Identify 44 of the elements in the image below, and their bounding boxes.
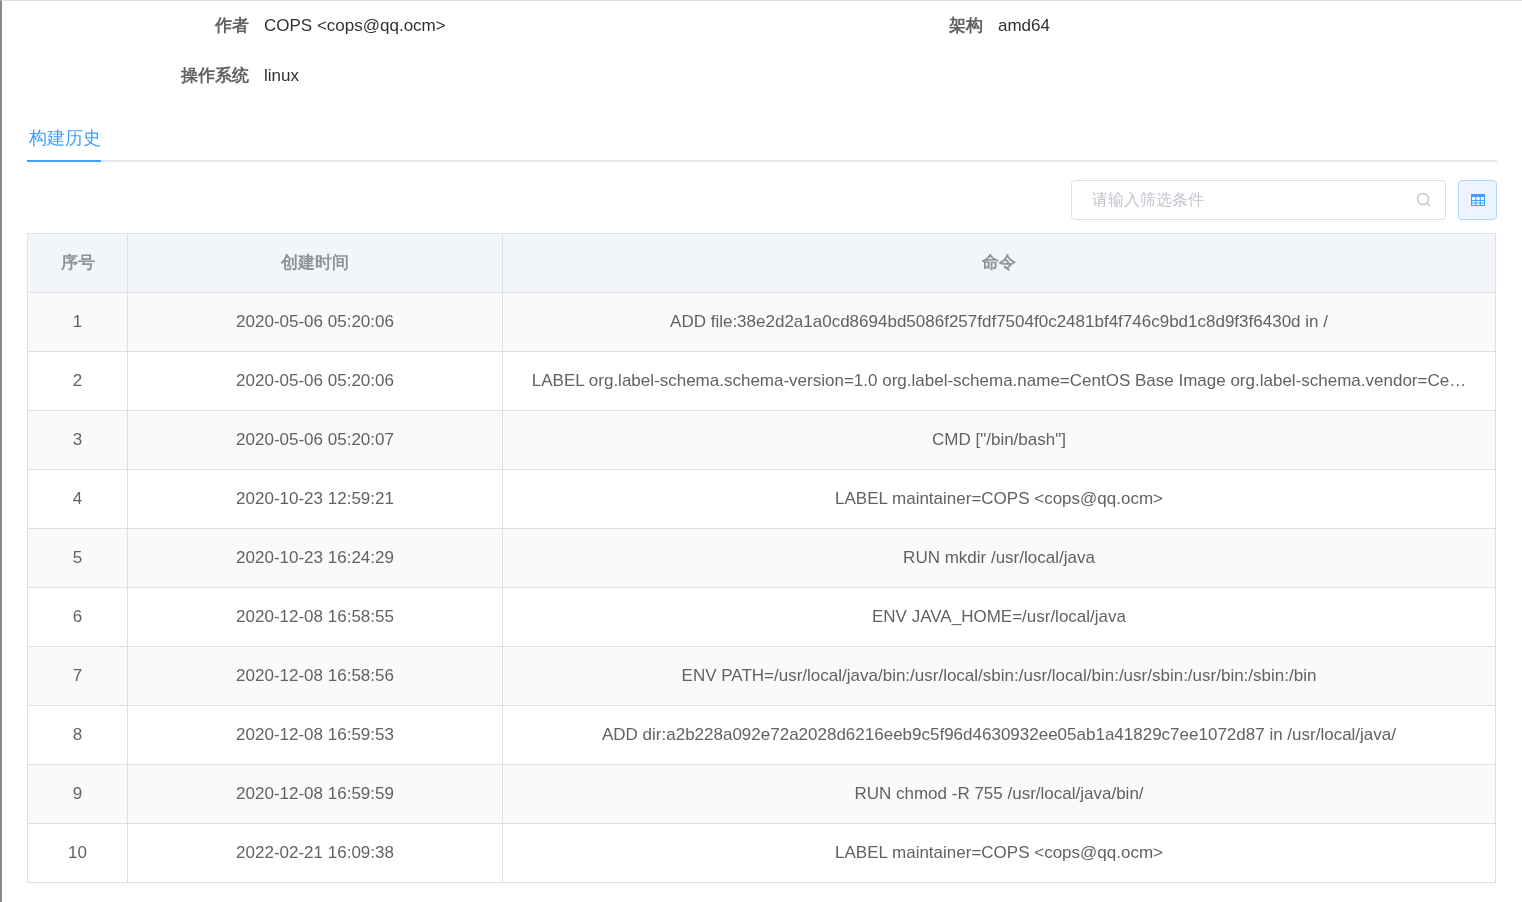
field-label: 作者 [215,15,250,38]
table-cell: 2020-12-08 16:58:55 [127,587,503,647]
table-cell: 6 [27,587,128,647]
table-cell: ENV PATH=/usr/local/java/bin:/usr/local/sbin:/usr/local/bin:/usr/sbin:/usr/bin:/sbin:/bin [502,646,1496,706]
field-label: 操作系统 [181,65,250,88]
table-cell: 4 [27,469,128,529]
field-value: COPS <cops@qq.ocm> [264,15,446,38]
table-cell: 5 [27,528,128,588]
table-cell: 2020-05-06 05:20:07 [127,410,503,470]
table-cell: 9 [27,764,128,824]
search-field[interactable]: 请输入筛选条件 [1071,180,1446,220]
table-cell: 2020-12-08 16:59:53 [127,705,503,765]
column-header: 命令 [502,233,1496,293]
table-cell: ADD dir:a2b228a092e72a2028d6216eeb9c5f96d4630932ee05ab1a41829c7ee1072d87 in /usr/local/java/ [502,705,1496,765]
table-cell: 7 [27,646,128,706]
column-header: 序号 [27,233,128,293]
table-cell: RUN chmod -R 755 /usr/local/java/bin/ [502,764,1496,824]
table-cell: 2020-05-06 05:20:06 [127,351,503,411]
table-cell: 3 [27,410,128,470]
table-cell: 10 [27,823,128,883]
field-value: amd64 [998,15,1050,38]
table-cell: 1 [27,292,128,352]
table-cell: 8 [27,705,128,765]
table-view-button[interactable] [1458,180,1497,220]
table-cell: 2020-10-23 16:24:29 [127,528,503,588]
grid-icon [1470,194,1485,206]
table-cell: ENV JAVA_HOME=/usr/local/java [502,587,1496,647]
tab[interactable]: 构建历史 [27,125,101,162]
table-cell: 2020-12-08 16:58:56 [127,646,503,706]
table-cell: 2 [27,351,128,411]
field-label: 架构 [949,15,984,38]
table-cell: ADD file:38e2d2a1a0cd8694bd5086f257fdf7504f0c2481bf4f746c9bd1c8d9f3f6430d in / [502,292,1496,352]
table-cell: LABEL maintainer=COPS <cops@qq.ocm> [502,469,1496,529]
table-cell: LABEL org.label-schema.schema-version=1.0 org.label-schema.name=CentOS Base Image org.label-schema.vendor=Ce… [502,351,1496,411]
table-cell: 2020-05-06 05:20:06 [127,292,503,352]
table-cell: 2020-10-23 12:59:21 [127,469,503,529]
column-header: 创建时间 [127,233,503,293]
table-cell: 2020-12-08 16:59:59 [127,764,503,824]
table-cell: RUN mkdir /usr/local/java [502,528,1496,588]
table-cell: LABEL maintainer=COPS <cops@qq.ocm> [502,823,1496,883]
table-cell: 2022-02-21 16:09:38 [127,823,503,883]
search-icon [1416,192,1432,208]
field-value: linux [264,65,299,88]
table-cell: CMD ["/bin/bash"] [502,410,1496,470]
